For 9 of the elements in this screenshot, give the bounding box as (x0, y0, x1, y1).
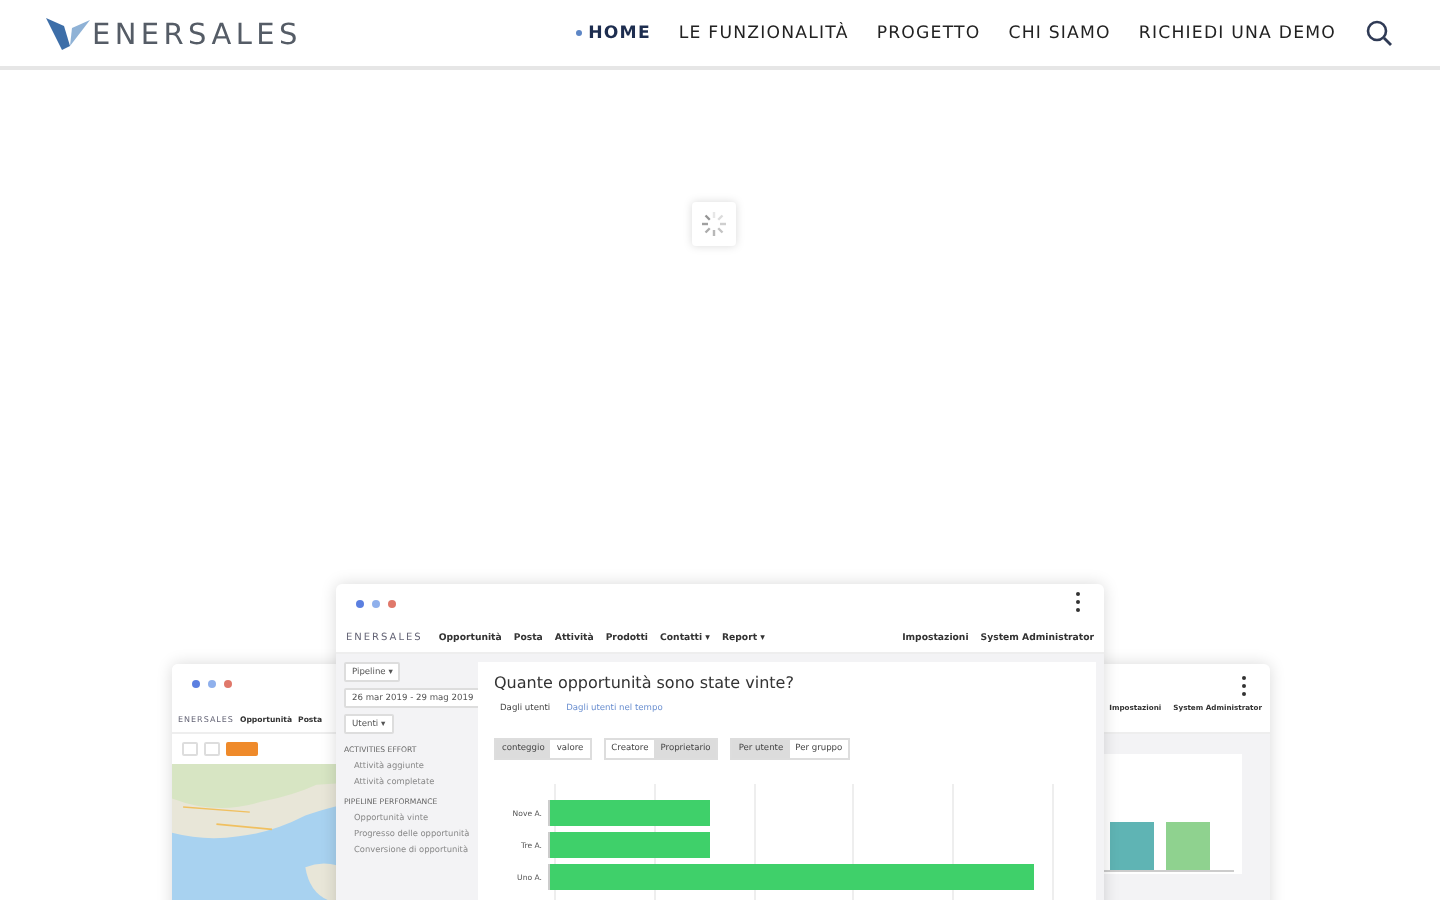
nav-link[interactable]: RICHIEDI UNA DEMO (1138, 23, 1336, 43)
nav-link[interactable]: LE FUNZIONALITÀ (678, 23, 849, 43)
brand-name: ENERSALES (92, 21, 302, 49)
nav-link[interactable]: CHI SIAMO (1008, 23, 1111, 43)
report-title: Quante opportunità sono state vinte? (494, 674, 794, 692)
bird-logo-icon (46, 17, 90, 49)
nav-link[interactable]: HOME (576, 23, 651, 43)
nav-link[interactable]: PROGETTO (876, 23, 981, 43)
search-icon[interactable] (1366, 20, 1392, 46)
